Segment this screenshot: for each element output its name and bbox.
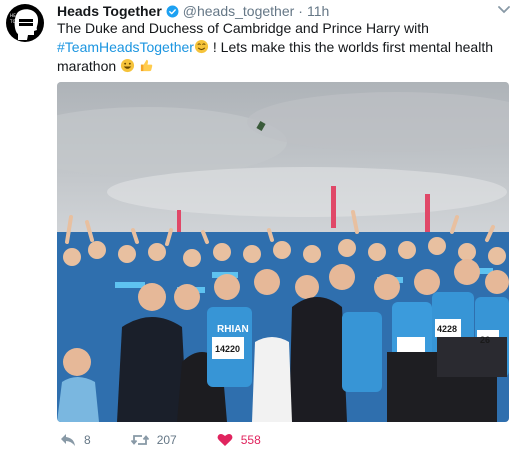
bib-number-2: 4228 (437, 324, 457, 334)
tweet-text-part2: ! Lets make this the worlds first mental… (212, 39, 493, 55)
caret-down-icon[interactable] (497, 2, 511, 16)
tweet-text: The Duke and Duchess of Cambridge and Pr… (57, 19, 507, 76)
marathon-group-photo: RHIAN 14220 4228 26 (57, 82, 509, 422)
bib-name-label: RHIAN (217, 324, 249, 335)
tweet-text-part3: marathon (57, 58, 117, 74)
separator-dot: · (298, 3, 303, 19)
thumbs-up-icon (140, 59, 153, 72)
smiling-face-icon (194, 39, 209, 54)
grinning-face-icon (120, 58, 135, 73)
bib-number-1: 14220 (215, 344, 240, 354)
like-button[interactable]: 558 (217, 433, 261, 447)
tweet-card: HEADS TOGETHER Heads Together @heads_tog… (0, 0, 521, 450)
hashtag-link[interactable]: #TeamHeadsTogether (57, 39, 194, 55)
avatar[interactable]: HEADS TOGETHER (6, 4, 44, 42)
tweet-actions: 8 207 558 (60, 432, 289, 448)
like-count: 558 (240, 433, 261, 447)
tweet-timestamp[interactable]: 11h (307, 3, 329, 19)
head-silhouette-icon (14, 9, 39, 40)
tweet-text-part1: The Duke and Duchess of Cambridge and Pr… (57, 20, 429, 36)
reply-count: 8 (84, 433, 91, 447)
author-name[interactable]: Heads Together (57, 3, 162, 19)
retweet-count: 207 (156, 433, 177, 447)
tweet-header: Heads Together @heads_together · 11h (57, 2, 329, 20)
tweet-photo[interactable]: RHIAN 14220 4228 26 (57, 82, 509, 422)
retweet-button[interactable]: 207 (130, 433, 177, 447)
retweet-icon (130, 435, 149, 445)
bib-number-3: 26 (480, 335, 490, 345)
reply-button[interactable]: 8 (60, 433, 91, 447)
author-handle[interactable]: @heads_together (183, 3, 295, 19)
reply-icon (61, 434, 75, 446)
heart-icon (217, 433, 233, 446)
verified-badge-icon (166, 5, 179, 17)
